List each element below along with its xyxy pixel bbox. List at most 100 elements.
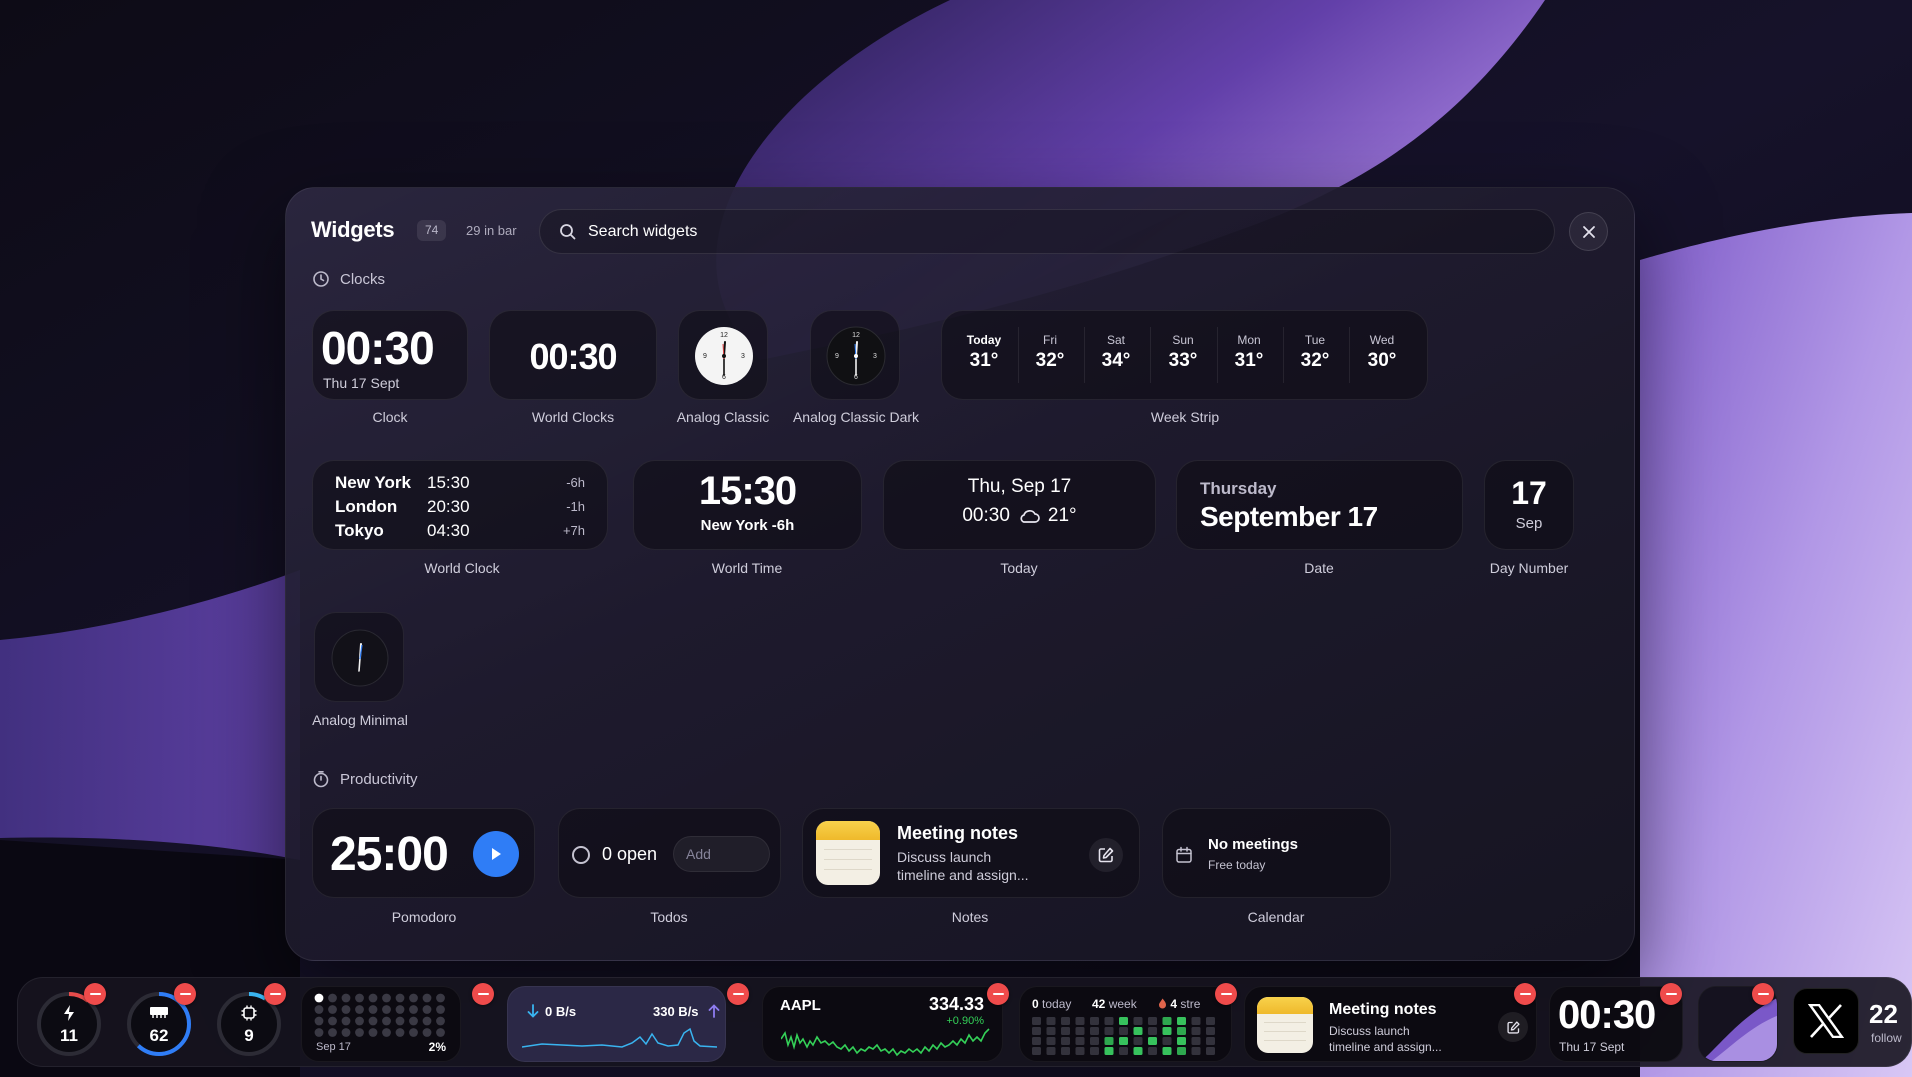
edit-icon (1098, 847, 1114, 863)
world-clock-offset: +7h (562, 523, 585, 538)
year-progress-dot (355, 993, 364, 1003)
habit-cell (1075, 1037, 1085, 1045)
year-progress-dot (341, 1028, 351, 1037)
widget-date[interactable]: Thursday September 17 (1176, 460, 1463, 550)
arrow-down-icon (527, 1004, 539, 1018)
dock-network[interactable]: 0 B/s 330 B/s (507, 986, 726, 1062)
year-progress-dot (314, 1016, 324, 1026)
widget-clock[interactable]: 00:30 Thu 17 Sept (312, 310, 468, 400)
dock-notes[interactable]: Meeting notes Discuss launch timeline an… (1244, 986, 1537, 1062)
habit-cell (1046, 1047, 1056, 1055)
widget-analog-minimal[interactable] (314, 612, 404, 702)
close-button[interactable] (1569, 212, 1608, 251)
memory-icon (150, 1007, 168, 1018)
year-progress-dot (422, 993, 432, 1003)
habit-cell (1090, 1037, 1099, 1045)
analog-dark-numeral: 12 (852, 332, 860, 339)
remove-widget-button[interactable] (727, 983, 749, 1005)
remove-widget-button[interactable] (1514, 983, 1536, 1005)
remove-widget-button[interactable] (1660, 983, 1682, 1005)
habit-cell (1032, 1047, 1041, 1055)
todo-checkbox[interactable] (572, 846, 590, 864)
dock-stock[interactable]: AAPL 334.33 +0.90% (762, 986, 1003, 1062)
widget-world-clocks[interactable]: 00:30 (489, 310, 657, 400)
habit-cell (1104, 1037, 1114, 1045)
remove-widget-button[interactable] (1752, 983, 1774, 1005)
habit-cell (1119, 1027, 1128, 1035)
notes-title: Meeting notes (897, 823, 1019, 843)
year-progress-dot (368, 1005, 378, 1014)
year-progress-dot (341, 1005, 351, 1014)
dock-habits[interactable]: 0 today 42 week 4 stre (1019, 986, 1232, 1062)
widget-count-badge: 74 (417, 220, 447, 241)
dock-notes-line2: timeline and assign... (1329, 1040, 1442, 1054)
widget-week-strip[interactable]: Today 31° Fri 32° Sat 34° Sun 33° Mon 31° Tue… (941, 310, 1428, 400)
remove-widget-button[interactable] (174, 983, 196, 1005)
remove-widget-button[interactable] (84, 983, 106, 1005)
widget-pomodoro[interactable]: 25:00 (312, 808, 535, 898)
analog-dark-numeral: 9 (835, 353, 839, 360)
world-clock-offset: -1h (566, 499, 585, 514)
label-clock: Clock (372, 409, 408, 425)
todo-add-input[interactable]: Add (673, 836, 770, 872)
widget-analog-classic-dark[interactable]: 12 3 6 9 (810, 310, 900, 400)
week-day: Mon 31° (1234, 333, 1264, 371)
year-progress-dot (382, 1005, 391, 1014)
widget-day-number[interactable]: 17 Sep (1484, 460, 1574, 550)
edit-icon (1506, 1020, 1520, 1034)
search-input[interactable] (588, 222, 1554, 241)
remove-widget-button[interactable] (472, 983, 494, 1005)
habit-cell (1032, 1017, 1041, 1025)
remove-widget-button[interactable] (1215, 983, 1237, 1005)
habit-cell (1119, 1017, 1128, 1025)
dock-notes-edit-button[interactable] (1498, 1012, 1528, 1042)
widget-world-clock[interactable]: New York 15:30 -6h London 20:30 -1h Tokyo 0… (312, 460, 608, 550)
habit-cell (1191, 1017, 1201, 1025)
dock-year-progress[interactable]: Sep 17 2% (301, 986, 461, 1062)
section-productivity: Productivity (312, 770, 418, 788)
widget-world-time[interactable]: 15:30 New York -6h (633, 460, 862, 550)
habit-cell (1162, 1017, 1172, 1025)
year-progress-dot (422, 1016, 432, 1026)
clock-icon (313, 271, 329, 287)
notes-edit-button[interactable] (1089, 838, 1123, 872)
label-world-clock: World Clock (424, 560, 500, 576)
widget-today[interactable]: Thu, Sep 17 00:30 21° (883, 460, 1156, 550)
habit-cell (1119, 1047, 1128, 1055)
widget-analog-classic[interactable]: 12 3 6 9 (678, 310, 768, 400)
habit-cell (1061, 1037, 1070, 1045)
world-clocks-time: 00:30 (529, 336, 617, 377)
section-clocks: Clocks (312, 270, 385, 288)
pomodoro-play-button[interactable] (473, 831, 519, 877)
world-clock-row: Tokyo 04:30 (335, 521, 470, 540)
widget-calendar[interactable]: No meetings Free today (1162, 808, 1391, 898)
x-label: follow (1871, 1031, 1902, 1045)
year-progress-dot (395, 1028, 405, 1037)
habit-cell (1133, 1047, 1143, 1055)
label-calendar: Calendar (1247, 909, 1305, 925)
remove-widget-button[interactable] (264, 983, 286, 1005)
year-progress-dot (409, 1005, 418, 1014)
date-weekday: Thursday (1200, 479, 1277, 498)
play-icon (492, 848, 501, 860)
notes-line2: timeline and assign... (897, 867, 1029, 883)
habit-cell (1032, 1037, 1041, 1045)
label-day-number: Day Number (1489, 560, 1569, 576)
cloud-icon (1020, 510, 1040, 523)
calendar-title: No meetings (1208, 836, 1299, 853)
habit-cell (1206, 1027, 1215, 1035)
world-time-sub: New York -6h (700, 517, 795, 534)
search-bar[interactable] (539, 209, 1555, 254)
todos-count: 0 open (602, 844, 658, 864)
week-day: Sun 33° (1168, 333, 1198, 371)
habit-cell (1162, 1037, 1172, 1045)
widget-notes[interactable]: Meeting notes Discuss launch timeline an… (802, 808, 1140, 898)
dock-clock-date: Thu 17 Sept (1559, 1040, 1625, 1054)
dock-x-social[interactable]: 22 follow (1793, 986, 1911, 1062)
today-date: Thu, Sep 17 (967, 476, 1072, 497)
label-analog-minimal: Analog Minimal (312, 712, 408, 728)
widget-todos[interactable]: 0 open Add (558, 808, 781, 898)
dock-clock-time: 00:30 (1558, 993, 1656, 1037)
label-week-strip: Week Strip (1150, 409, 1220, 425)
remove-widget-button[interactable] (987, 983, 1009, 1005)
